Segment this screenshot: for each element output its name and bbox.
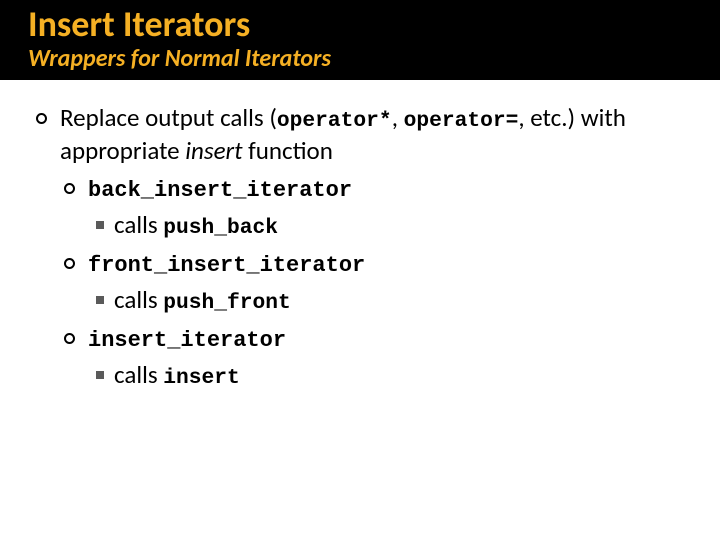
main-bullet: Replace output calls (operator*, operato…	[30, 102, 690, 391]
code-insert: insert	[163, 366, 240, 390]
text: calls	[114, 359, 163, 390]
code-back-insert-iterator: back_insert_iterator	[88, 178, 352, 203]
text: calls	[114, 209, 163, 240]
sub-sub-list: calls push_back	[88, 209, 690, 242]
list-item: calls insert	[88, 359, 690, 392]
sub-sub-list: calls push_front	[88, 284, 690, 317]
slide-body: Replace output calls (operator*, operato…	[0, 80, 720, 391]
slide: Insert Iterators Wrappers for Normal Ite…	[0, 0, 720, 540]
list-item: insert_iterator calls insert	[60, 322, 690, 391]
code-push-back: push_back	[163, 216, 278, 240]
bullet-list: Replace output calls (operator*, operato…	[30, 102, 690, 391]
code-operator-star: operator*	[277, 109, 392, 133]
text: ,	[392, 102, 404, 133]
code-push-front: push_front	[163, 291, 291, 315]
header-band: Insert Iterators Wrappers for Normal Ite…	[0, 0, 720, 80]
italic-insert: insert	[185, 135, 242, 166]
text: Replace output calls (	[60, 102, 277, 133]
sub-list: back_insert_iterator calls push_back fro…	[60, 172, 690, 391]
slide-title: Insert Iterators	[28, 6, 720, 44]
code-operator-eq: operator=	[404, 109, 519, 133]
code-front-insert-iterator: front_insert_iterator	[88, 253, 365, 278]
code-insert-iterator: insert_iterator	[88, 328, 286, 353]
text: calls	[114, 284, 163, 315]
slide-subtitle: Wrappers for Normal Iterators	[28, 46, 720, 72]
list-item: calls push_front	[88, 284, 690, 317]
list-item: back_insert_iterator calls push_back	[60, 172, 690, 241]
text: function	[242, 135, 332, 166]
sub-sub-list: calls insert	[88, 359, 690, 392]
list-item: front_insert_iterator calls push_front	[60, 247, 690, 316]
list-item: calls push_back	[88, 209, 690, 242]
